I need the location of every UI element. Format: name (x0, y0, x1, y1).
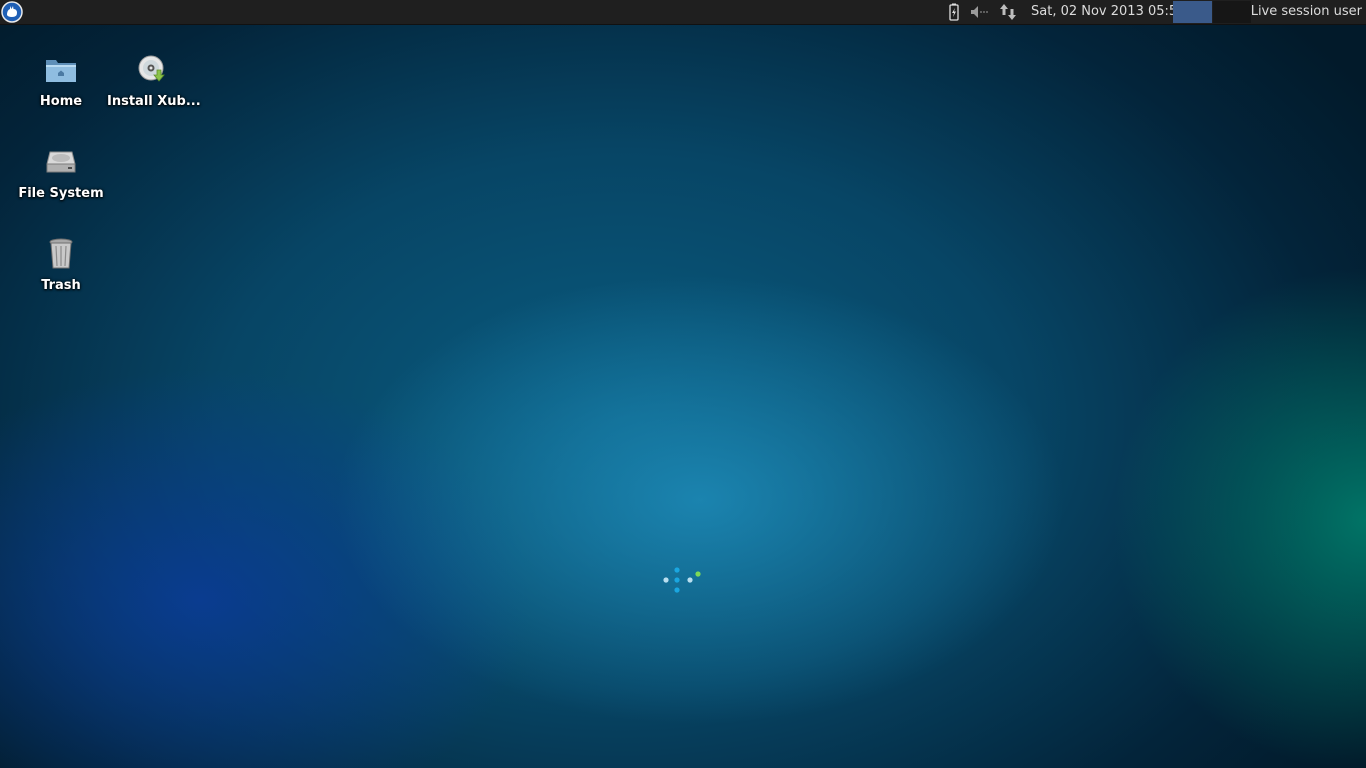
clock[interactable]: Sat, 02 Nov 2013 05:59 (1031, 4, 1185, 19)
desktop[interactable]: Sat, 02 Nov 2013 05:59 Live session user… (0, 0, 1366, 768)
xfce-menu-button[interactable] (1, 1, 23, 23)
home-folder-icon (46, 60, 76, 82)
hard-drive-icon (46, 151, 76, 173)
top-panel: Sat, 02 Nov 2013 05:59 Live session user (0, 0, 1366, 25)
trash-icon (49, 238, 73, 269)
volume-indicator[interactable] (969, 2, 989, 22)
desktop-icon-install[interactable]: Install Xub... (107, 54, 201, 134)
install-disc-icon (138, 55, 165, 82)
workspace-2-button[interactable] (1213, 1, 1251, 23)
battery-indicator[interactable] (944, 2, 964, 22)
user-menu[interactable]: Live session user (1251, 4, 1362, 19)
desktop-icon-trash[interactable]: Trash (15, 238, 107, 318)
loading-spinner-icon (663, 567, 701, 593)
desktop-icon-label: Trash (41, 278, 81, 293)
volume-muted-icon (971, 6, 988, 18)
desktop-icon-label: File System (18, 186, 104, 201)
desktop-icon-label: Install Xub... (107, 94, 201, 109)
workspace-1-button[interactable] (1173, 1, 1212, 23)
network-indicator[interactable] (997, 2, 1017, 22)
xfce-menu-icon (1, 1, 23, 23)
network-icon (1000, 4, 1016, 20)
desktop-icon-file-system[interactable]: File System (15, 146, 107, 226)
desktop-icon-label: Home (39, 94, 83, 109)
battery-icon (949, 3, 959, 21)
desktop-icon-home[interactable]: Home (15, 54, 107, 134)
